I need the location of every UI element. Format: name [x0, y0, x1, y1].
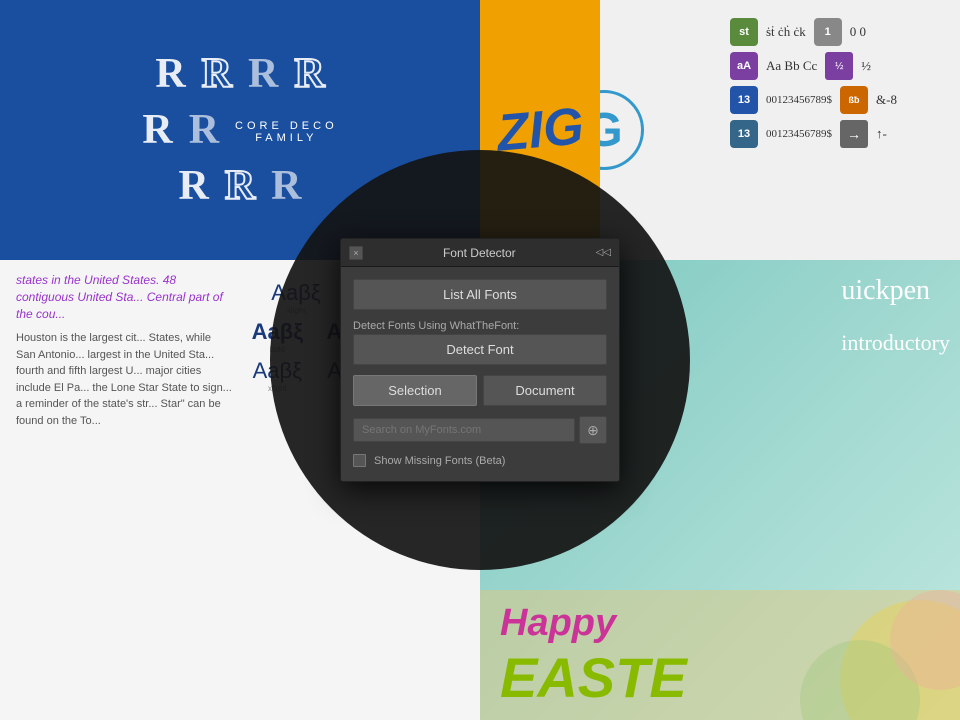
dialog-close-button[interactable]: × — [349, 246, 363, 260]
dialog-titlebar: × Font Detector ◁◁ — [341, 239, 619, 267]
purple-text: states in the United States. 48 contiguo… — [16, 272, 232, 322]
spec-badge-1: 1 — [814, 18, 842, 46]
body-text: Houston is the largest cit... States, wh… — [16, 330, 232, 429]
spec-badge-13: 13 — [730, 86, 758, 114]
font-detector-dialog: × Font Detector ◁◁ List All Fonts Detect… — [340, 238, 620, 482]
specimen-row: 13 00123456789$ ßƀ &-8 — [730, 86, 942, 114]
search-row: ⊕ — [353, 416, 607, 444]
spec-badge-half: ½ — [825, 52, 853, 80]
cursive-introductory: introductory — [841, 330, 950, 356]
list-all-fonts-button[interactable]: List All Fonts — [353, 279, 607, 310]
missing-fonts-row[interactable]: Show Missing Fonts (Beta) — [353, 454, 607, 467]
specimen-row: aA Aa Bb Cc ½ ½ — [730, 52, 942, 80]
dialog-title: Font Detector — [443, 246, 516, 260]
missing-fonts-checkbox[interactable] — [353, 454, 366, 467]
spec-text2: ↑- — [876, 126, 887, 142]
specimen-rows: st ṡṫ ċḣ ċk 1 0 0 aA Aa Bb Cc ½ ½ 13 001… — [722, 10, 950, 250]
search-input[interactable] — [353, 418, 575, 442]
spec-badge-13b: 13 — [730, 120, 758, 148]
spec-text: ṡṫ ċḣ ċk — [766, 24, 806, 40]
spec-text2: 0 0 — [850, 24, 866, 40]
r-letter: R — [225, 162, 255, 210]
r-letter: R — [155, 50, 185, 98]
spec-badge-aa: aA — [730, 52, 758, 80]
spec-text: 00123456789$ — [766, 128, 832, 140]
happy-text: Happy — [500, 602, 616, 645]
search-myfonts-button[interactable]: ⊕ — [579, 416, 607, 444]
detect-section: Detect Fonts Using WhatTheFont: Detect F… — [353, 320, 607, 365]
r-letter: R — [248, 50, 278, 98]
zig-text: ZIG — [495, 100, 586, 159]
selection-button[interactable]: Selection — [353, 375, 477, 406]
dark-circle-overlay: × Font Detector ◁◁ List All Fonts Detect… — [270, 150, 690, 570]
cursive-quickpen: uickpen — [841, 275, 930, 307]
globe-icon: ⊕ — [587, 422, 599, 439]
easter-text: EASTE — [500, 645, 687, 710]
r-letter: R — [178, 162, 208, 210]
specimen-row: st ṡṫ ċḣ ċk 1 0 0 — [730, 18, 942, 46]
spec-text: 00123456789$ — [766, 94, 832, 106]
spec-badge-st: st — [730, 18, 758, 46]
detect-font-button[interactable]: Detect Font — [353, 334, 607, 365]
r-letter: R — [189, 106, 219, 154]
document-button[interactable]: Document — [483, 375, 607, 406]
dialog-body: List All Fonts Detect Fonts Using WhatTh… — [341, 267, 619, 481]
r-letter: R — [142, 106, 172, 154]
spec-badge-arrow: → — [840, 120, 868, 148]
selection-document-toggle: Selection Document — [353, 375, 607, 406]
text-content: states in the United States. 48 contiguo… — [16, 272, 240, 708]
missing-fonts-label: Show Missing Fonts (Beta) — [374, 455, 505, 467]
specimen-row: 13 00123456789$ → ↑- — [730, 120, 942, 148]
spec-text2: &-8 — [876, 92, 897, 108]
r-letter: R — [271, 162, 301, 210]
spec-text: Aa Bb Cc — [766, 58, 817, 74]
r-letter: R — [294, 50, 324, 98]
core-deco-label: CORE DECO FAMILY — [235, 120, 338, 144]
spec-badge-bf: ßƀ — [840, 86, 868, 114]
spec-text2: ½ — [861, 58, 871, 74]
dialog-collapse-icon[interactable]: ◁◁ — [596, 247, 611, 258]
detect-section-label: Detect Fonts Using WhatTheFont: — [353, 320, 607, 332]
r-letter: R — [202, 50, 232, 98]
